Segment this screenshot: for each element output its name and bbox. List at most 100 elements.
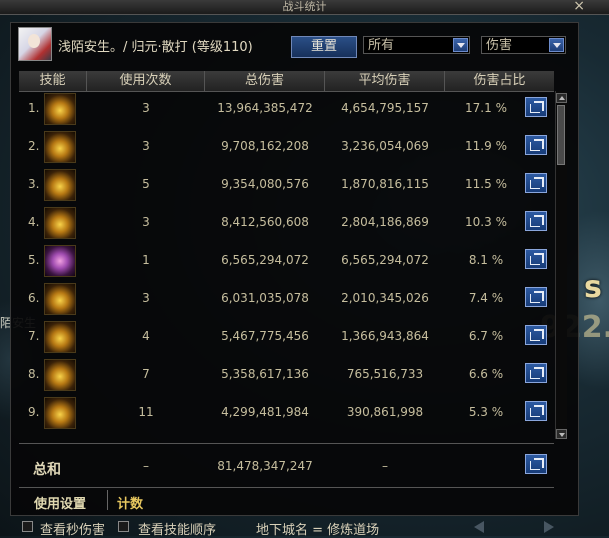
skill-icon[interactable] (44, 245, 76, 277)
row-index: 5. (28, 253, 40, 267)
total-use-count: – (143, 459, 149, 473)
use-count: 1 (142, 253, 150, 267)
damage-share: 11.9 % (465, 139, 507, 153)
column-header-skill: 技能 (19, 71, 87, 91)
share-icon[interactable] (525, 249, 547, 269)
damage-share: 10.3 % (465, 215, 507, 229)
total-damage: 8,412,560,608 (221, 215, 309, 229)
row-index: 3. (28, 177, 40, 191)
table-row: 8. 7 5,358,617,136 765,516,733 6.6 % (19, 357, 554, 393)
skill-icon[interactable] (44, 207, 76, 239)
window-titlebar[interactable]: 战斗统计 × (0, 0, 609, 15)
scroll-down-icon[interactable] (556, 429, 567, 439)
share-icon[interactable] (525, 97, 547, 117)
prev-page-icon[interactable] (474, 521, 484, 533)
row-index: 2. (28, 139, 40, 153)
use-count: 3 (142, 215, 150, 229)
column-header-average-damage: 平均伤害 (325, 71, 445, 91)
table-body: 1. 3 13,964,385,472 4,654,795,157 17.1 %… (19, 91, 554, 441)
chevron-down-icon[interactable] (549, 38, 564, 52)
battle-stats-panel: 浅陌安生。/ 归元·散打 (等级110) 重置 所有 伤害 技能 使用次数 总伤… (10, 22, 579, 516)
skill-damage-table: 技能 使用次数 总伤害 平均伤害 伤害占比 1. 3 13,964,385,47… (19, 71, 567, 487)
average-damage: 3,236,054,069 (341, 139, 429, 153)
player-name: 浅陌安生。/ 归元·散打 (等级110) (58, 40, 253, 55)
use-count: 4 (142, 329, 150, 343)
skill-icon[interactable] (44, 169, 76, 201)
chevron-down-icon[interactable] (453, 38, 468, 52)
avatar (18, 27, 52, 61)
share-icon[interactable] (525, 363, 547, 383)
share-icon[interactable] (525, 173, 547, 193)
damage-type-select[interactable]: 伤害 (481, 36, 566, 54)
column-header-total-damage: 总伤害 (205, 71, 325, 91)
total-damage-sum: 81,478,347,247 (217, 459, 313, 473)
total-average-damage: – (382, 459, 388, 473)
table-row: 7. 4 5,467,775,456 1,366,943,864 6.7 % (19, 319, 554, 355)
damage-share: 7.4 % (468, 291, 504, 305)
average-damage: 4,654,795,157 (341, 101, 429, 115)
average-damage: 390,861,998 (346, 405, 424, 419)
skill-order-checkbox[interactable] (118, 521, 129, 532)
use-count: 7 (142, 367, 150, 381)
filter-select-value: 所有 (368, 38, 395, 53)
skill-icon[interactable] (44, 359, 76, 391)
average-damage: 1,870,816,115 (341, 177, 429, 191)
use-count: 3 (142, 139, 150, 153)
skill-icon[interactable] (44, 321, 76, 353)
close-icon[interactable]: × (573, 0, 585, 13)
damage-share: 6.7 % (468, 329, 504, 343)
panel-footer: 使用设置 计数 (19, 487, 554, 512)
reset-button[interactable]: 重置 (291, 36, 357, 58)
total-damage: 6,031,035,078 (221, 291, 309, 305)
share-icon[interactable] (525, 401, 547, 421)
row-index: 4. (28, 215, 40, 229)
footer-divider (107, 490, 108, 510)
share-icon[interactable] (525, 135, 547, 155)
dps-checkbox[interactable] (22, 521, 33, 532)
table-row: 3. 5 9,354,080,576 1,870,816,115 11.5 % (19, 167, 554, 203)
count-tab[interactable]: 计数 (117, 493, 143, 512)
average-damage: 2,804,186,869 (341, 215, 429, 229)
use-count: 3 (142, 291, 150, 305)
damage-share: 8.1 % (468, 253, 504, 267)
share-icon[interactable] (525, 454, 547, 474)
bottom-options-bar: 查看秒伤害 查看技能顺序 地下城名 = 修炼道场 (0, 517, 609, 538)
window-title: 战斗统计 (282, 0, 327, 13)
skill-order-checkbox-label[interactable]: 查看技能顺序 (138, 519, 216, 538)
share-icon[interactable] (525, 325, 547, 345)
table-row: 2. 3 9,708,162,208 3,236,054,069 11.9 % (19, 129, 554, 165)
filter-select[interactable]: 所有 (363, 36, 470, 54)
average-damage: 6,565,294,072 (341, 253, 429, 267)
row-index: 7. (28, 329, 40, 343)
scroll-up-icon[interactable] (556, 93, 567, 103)
total-label: 总和 (33, 462, 61, 478)
table-row: 5. 1 6,565,294,072 6,565,294,072 8.1 % (19, 243, 554, 279)
usage-settings-tab[interactable]: 使用设置 (34, 493, 86, 512)
skill-icon[interactable] (44, 283, 76, 315)
damage-share: 6.6 % (468, 367, 504, 381)
dungeon-name: 地下城名 = 修炼道场 (256, 523, 380, 538)
damage-type-select-value: 伤害 (486, 38, 513, 53)
total-row: 总和 – 81,478,347,247 – (19, 443, 554, 484)
total-damage: 5,358,617,136 (221, 367, 309, 381)
average-damage: 1,366,943,864 (341, 329, 429, 343)
skill-icon[interactable] (44, 93, 76, 125)
table-header: 技能 使用次数 总伤害 平均伤害 伤害占比 (19, 71, 554, 92)
share-icon[interactable] (525, 211, 547, 231)
skill-icon[interactable] (44, 397, 76, 429)
scroll-thumb[interactable] (557, 105, 565, 165)
background-damage-number: s (584, 270, 603, 305)
damage-share: 5.3 % (468, 405, 504, 419)
total-damage: 9,708,162,208 (221, 139, 309, 153)
share-icon[interactable] (525, 287, 547, 307)
table-row: 1. 3 13,964,385,472 4,654,795,157 17.1 % (19, 91, 554, 127)
table-row: 6. 3 6,031,035,078 2,010,345,026 7.4 % (19, 281, 554, 317)
dps-checkbox-label[interactable]: 查看秒伤害 (40, 519, 105, 538)
table-scrollbar[interactable] (555, 91, 567, 439)
average-damage: 2,010,345,026 (341, 291, 429, 305)
next-page-icon[interactable] (544, 521, 554, 533)
use-count: 5 (142, 177, 150, 191)
damage-share: 17.1 % (465, 101, 507, 115)
total-damage: 9,354,080,576 (221, 177, 309, 191)
skill-icon[interactable] (44, 131, 76, 163)
